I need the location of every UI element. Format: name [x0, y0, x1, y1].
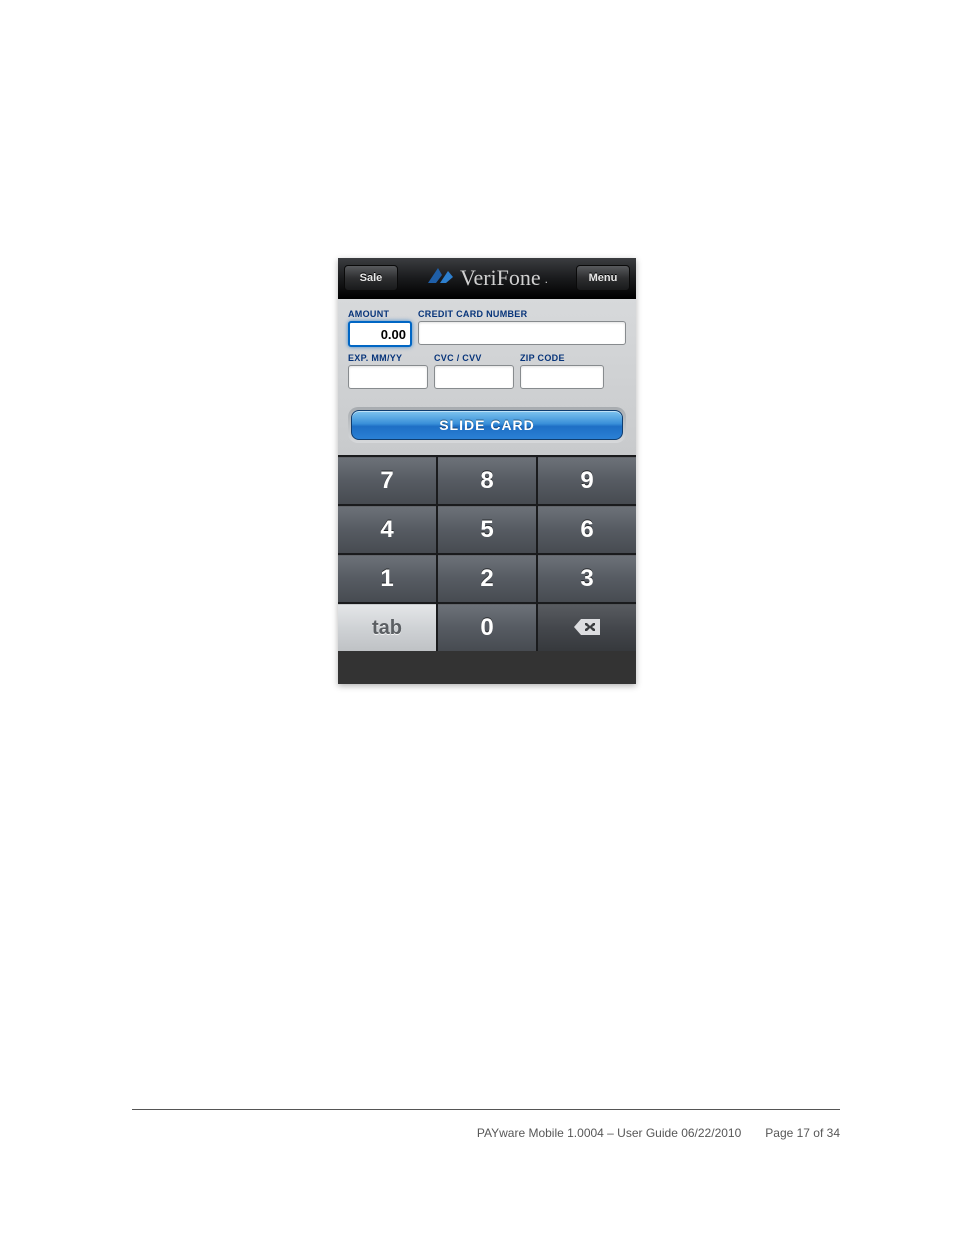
- keypad: 7 8 9 4 5 6 1 2 3 tab 0: [338, 455, 636, 651]
- key-1[interactable]: 1: [338, 555, 436, 602]
- slide-card-button[interactable]: SLIDE CARD: [351, 410, 623, 440]
- exp-label: EXP. MM/YY: [348, 353, 428, 363]
- key-0[interactable]: 0: [438, 604, 536, 651]
- key-5[interactable]: 5: [438, 506, 536, 553]
- backspace-icon: [574, 614, 600, 642]
- footer-doc-title: PAYware Mobile 1.0004 – User Guide 06/22…: [477, 1126, 741, 1140]
- navbar: Sale VeriFone . Menu: [338, 258, 636, 299]
- zip-label: ZIP CODE: [520, 353, 604, 363]
- key-8[interactable]: 8: [438, 457, 536, 504]
- document-page: Sale VeriFone . Menu AMOUNT 0.00: [0, 0, 954, 1235]
- amount-field-group: AMOUNT 0.00: [348, 309, 412, 347]
- brand-dot: .: [545, 272, 548, 286]
- card-field-group: CREDIT CARD NUMBER: [418, 309, 626, 347]
- sale-button[interactable]: Sale: [344, 265, 398, 291]
- cvv-field-group: CVC / CVV: [434, 353, 514, 389]
- card-number-input[interactable]: [418, 321, 626, 345]
- zip-field-group: ZIP CODE: [520, 353, 604, 389]
- key-4[interactable]: 4: [338, 506, 436, 553]
- key-3[interactable]: 3: [538, 555, 636, 602]
- card-label: CREDIT CARD NUMBER: [418, 309, 626, 319]
- key-7[interactable]: 7: [338, 457, 436, 504]
- amount-input[interactable]: 0.00: [348, 321, 412, 347]
- amount-label: AMOUNT: [348, 309, 412, 319]
- key-9[interactable]: 9: [538, 457, 636, 504]
- slide-card-wrap: SLIDE CARD: [348, 407, 626, 443]
- zip-input[interactable]: [520, 365, 604, 389]
- footer-page-number: Page 17 of 34: [765, 1126, 840, 1140]
- cvv-input[interactable]: [434, 365, 514, 389]
- verifone-logo-icon: [426, 265, 456, 292]
- exp-field-group: EXP. MM/YY: [348, 353, 428, 389]
- cvv-label: CVC / CVV: [434, 353, 514, 363]
- exp-input[interactable]: [348, 365, 428, 389]
- key-backspace[interactable]: [538, 604, 636, 651]
- footer: PAYware Mobile 1.0004 – User Guide 06/22…: [452, 1126, 840, 1140]
- menu-button[interactable]: Menu: [576, 265, 630, 291]
- brand-text: VeriFone: [460, 265, 541, 291]
- app-screenshot: Sale VeriFone . Menu AMOUNT 0.00: [338, 258, 636, 684]
- brand-logo: VeriFone .: [426, 265, 548, 292]
- key-6[interactable]: 6: [538, 506, 636, 553]
- footer-divider: [132, 1109, 840, 1110]
- key-2[interactable]: 2: [438, 555, 536, 602]
- key-tab[interactable]: tab: [338, 604, 436, 651]
- form-area: AMOUNT 0.00 CREDIT CARD NUMBER EXP. MM/Y…: [338, 299, 636, 455]
